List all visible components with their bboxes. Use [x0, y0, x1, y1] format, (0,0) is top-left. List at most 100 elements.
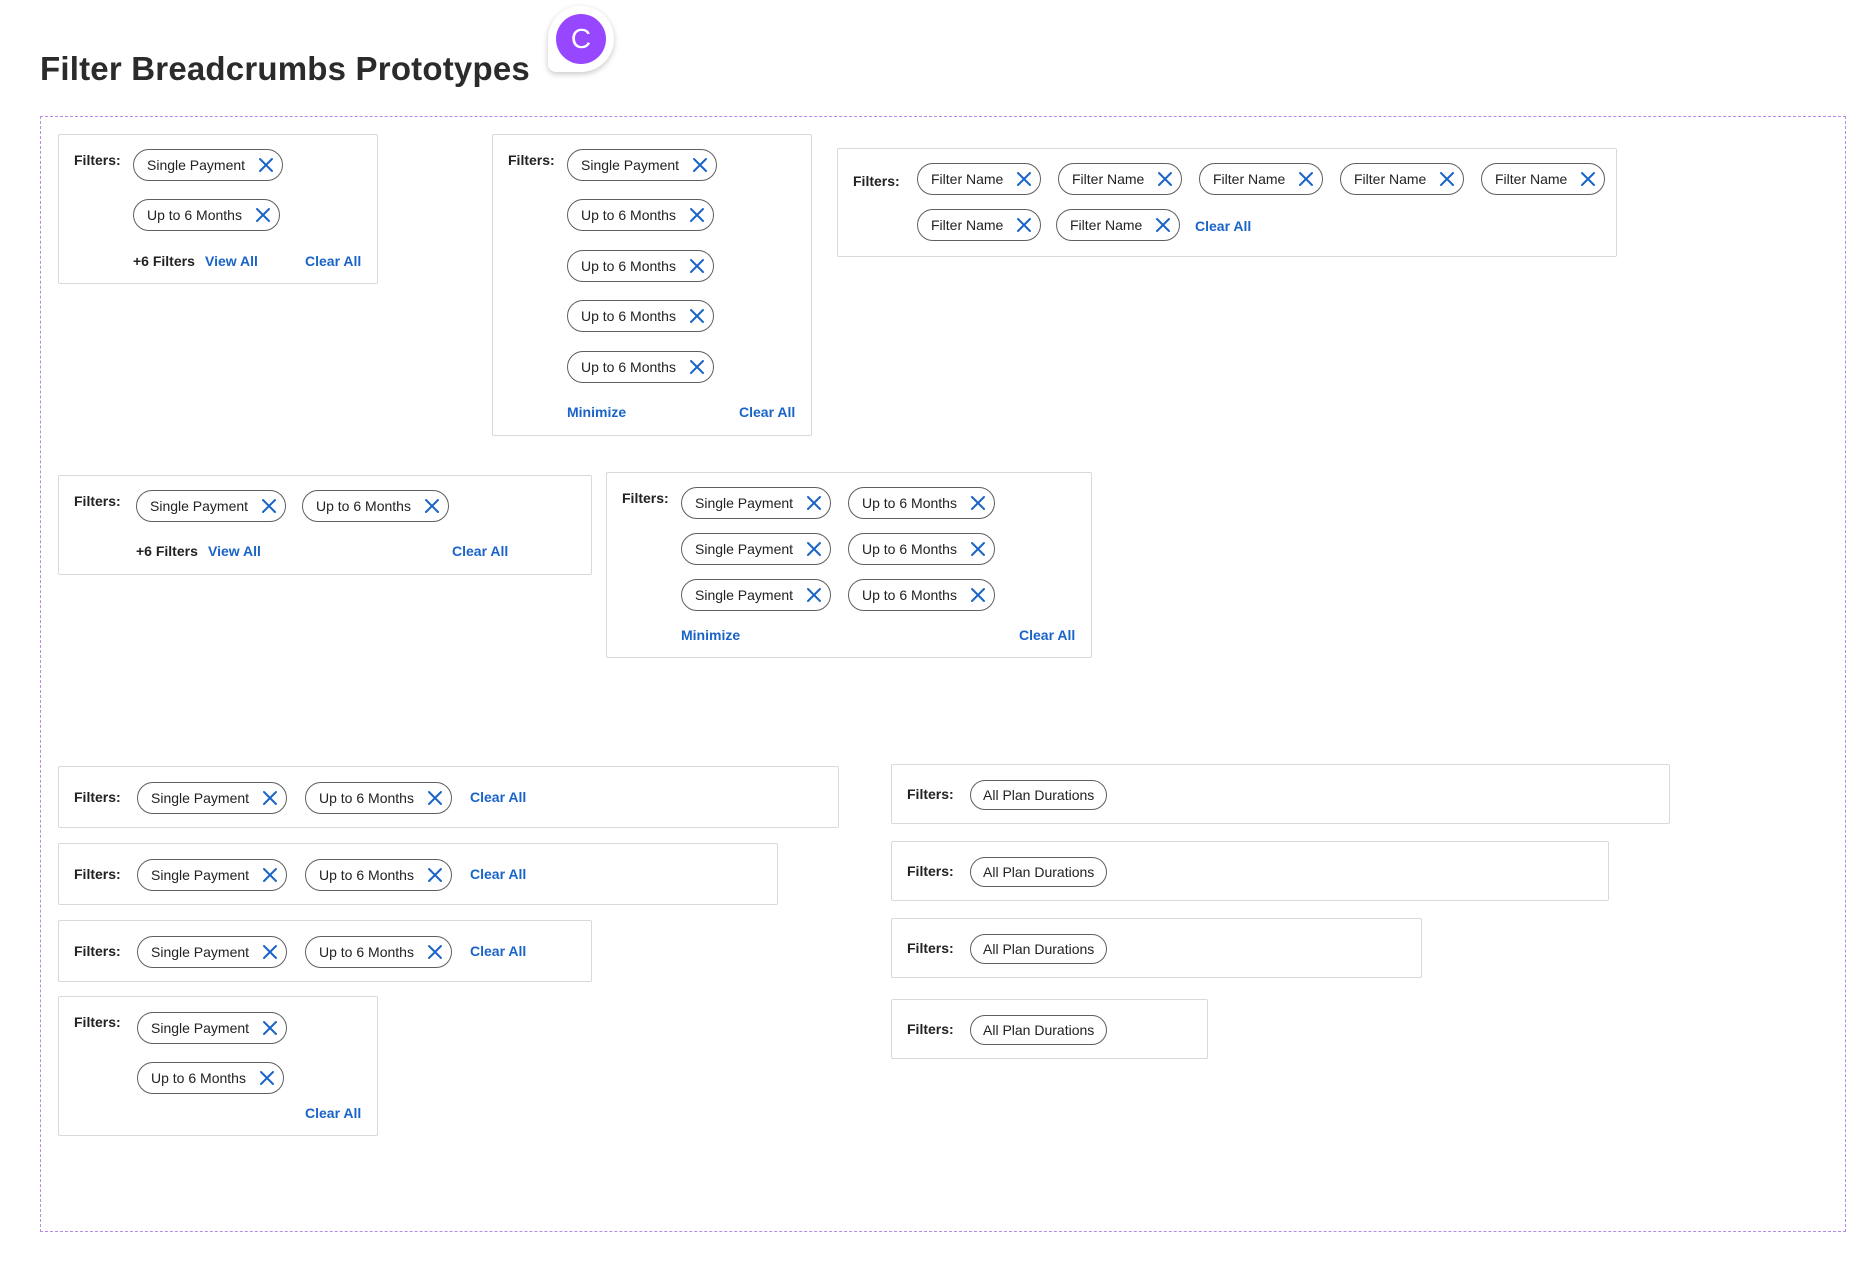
filter-chip-label: Up to 6 Months — [151, 1070, 246, 1086]
filter-chip[interactable]: Up to 6 Months — [848, 579, 995, 611]
filter-chip[interactable]: Up to 6 Months — [302, 490, 449, 522]
filter-card-default-small: Filters: All Plan Durations — [891, 999, 1208, 1059]
filter-chip[interactable]: Up to 6 Months — [848, 487, 995, 519]
more-filters-count: +6 Filters — [136, 543, 198, 559]
close-icon[interactable] — [970, 541, 986, 557]
more-filters-count: +6 Filters — [133, 253, 195, 269]
close-icon[interactable] — [427, 944, 443, 960]
close-icon[interactable] — [424, 498, 440, 514]
filter-chip[interactable]: Filter Name — [1199, 163, 1324, 195]
clear-all-link[interactable]: Clear All — [739, 404, 795, 420]
filters-label: Filters: — [74, 152, 121, 168]
close-icon[interactable] — [806, 541, 822, 557]
filter-chip-label: Filter Name — [1495, 171, 1568, 187]
filter-chip[interactable]: Single Payment — [681, 579, 832, 611]
filter-chip[interactable]: Single Payment — [133, 149, 284, 181]
close-icon[interactable] — [427, 867, 443, 883]
filter-chip-label: Up to 6 Months — [862, 495, 957, 511]
filter-chip-label: Single Payment — [147, 157, 246, 173]
filter-chip-default[interactable]: All Plan Durations — [970, 780, 1108, 810]
close-icon[interactable] — [259, 1070, 275, 1086]
minimize-link[interactable]: Minimize — [567, 404, 626, 420]
filter-chip[interactable]: Single Payment — [137, 859, 288, 891]
close-icon[interactable] — [689, 359, 705, 375]
close-icon[interactable] — [970, 495, 986, 511]
filter-chip[interactable]: Up to 6 Months — [567, 300, 714, 332]
close-icon[interactable] — [1439, 171, 1455, 187]
filter-card-default-medium: Filters: All Plan Durations — [891, 841, 1609, 901]
filter-chip[interactable]: Filter Name — [1056, 209, 1181, 241]
clear-all-link[interactable]: Clear All — [452, 543, 508, 559]
clear-all-link[interactable]: Clear All — [305, 253, 361, 269]
close-icon[interactable] — [806, 587, 822, 603]
close-icon[interactable] — [262, 944, 278, 960]
filter-chip[interactable]: Up to 6 Months — [567, 199, 714, 231]
filter-chip[interactable]: Single Payment — [567, 149, 718, 181]
filter-chip[interactable]: Filter Name — [917, 163, 1042, 195]
filter-chip-label: Single Payment — [695, 541, 794, 557]
close-icon[interactable] — [692, 157, 708, 173]
filter-chip-label: Up to 6 Months — [862, 587, 957, 603]
filters-label: Filters: — [74, 943, 121, 959]
close-icon[interactable] — [427, 790, 443, 806]
close-icon[interactable] — [258, 157, 274, 173]
close-icon[interactable] — [689, 207, 705, 223]
minimize-link[interactable]: Minimize — [681, 627, 740, 643]
filter-chip[interactable]: Up to 6 Months — [567, 250, 714, 282]
clear-all-link[interactable]: Clear All — [305, 1105, 361, 1121]
close-icon[interactable] — [262, 1020, 278, 1036]
filter-chip[interactable]: Up to 6 Months — [305, 782, 452, 814]
filter-chip-label: All Plan Durations — [983, 1022, 1095, 1038]
filter-chip-label: Up to 6 Months — [316, 498, 411, 514]
clear-all-link[interactable]: Clear All — [1195, 218, 1251, 234]
clear-all-link[interactable]: Clear All — [470, 943, 526, 959]
close-icon[interactable] — [262, 790, 278, 806]
close-icon[interactable] — [1580, 171, 1596, 187]
filter-card-row-narrow: Filters: Single Payment Up to 6 Months C… — [58, 920, 592, 982]
close-icon[interactable] — [255, 207, 271, 223]
view-all-link[interactable]: View All — [205, 253, 258, 269]
close-icon[interactable] — [1157, 171, 1173, 187]
close-icon[interactable] — [1016, 217, 1032, 233]
close-icon[interactable] — [806, 495, 822, 511]
filter-chip[interactable]: Single Payment — [137, 782, 288, 814]
filter-chip[interactable]: Single Payment — [137, 1012, 288, 1044]
filter-chip[interactable]: Single Payment — [136, 490, 287, 522]
filter-chip[interactable]: Filter Name — [917, 209, 1042, 241]
close-icon[interactable] — [689, 258, 705, 274]
filter-chip[interactable]: Up to 6 Months — [133, 199, 280, 231]
view-all-link[interactable]: View All — [208, 543, 261, 559]
close-icon[interactable] — [1016, 171, 1032, 187]
filter-chip[interactable]: Up to 6 Months — [567, 351, 714, 383]
filter-chip[interactable]: Up to 6 Months — [305, 936, 452, 968]
filter-chip[interactable]: Filter Name — [1481, 163, 1606, 195]
avatar[interactable]: C — [556, 14, 606, 64]
filter-chip-default[interactable]: All Plan Durations — [970, 1015, 1108, 1045]
close-icon[interactable] — [262, 867, 278, 883]
filter-chip[interactable]: Up to 6 Months — [305, 859, 452, 891]
filter-chip-default[interactable]: All Plan Durations — [970, 857, 1108, 887]
filter-chip[interactable]: Single Payment — [681, 533, 832, 565]
clear-all-link[interactable]: Clear All — [1019, 627, 1075, 643]
filter-card-stacked-small: Filters: Single Payment Up to 6 Months C… — [58, 996, 378, 1136]
clear-all-link[interactable]: Clear All — [470, 789, 526, 805]
close-icon[interactable] — [1155, 217, 1171, 233]
filter-chip[interactable]: Single Payment — [137, 936, 288, 968]
filter-chip-label: All Plan Durations — [983, 787, 1095, 803]
close-icon[interactable] — [1298, 171, 1314, 187]
filter-card-collapsed-vertical: Filters: Single Payment Up to 6 Months +… — [58, 134, 378, 284]
filter-chip-label: Single Payment — [695, 495, 794, 511]
filter-chip[interactable]: Up to 6 Months — [137, 1062, 284, 1094]
filter-chip[interactable]: Up to 6 Months — [848, 533, 995, 565]
close-icon[interactable] — [689, 308, 705, 324]
close-icon[interactable] — [261, 498, 277, 514]
filter-chip-label: Filter Name — [1213, 171, 1286, 187]
filter-chip-default[interactable]: All Plan Durations — [970, 934, 1108, 964]
filter-chip[interactable]: Filter Name — [1058, 163, 1183, 195]
close-icon[interactable] — [970, 587, 986, 603]
filters-label: Filters: — [74, 493, 121, 509]
filter-chip[interactable]: Filter Name — [1340, 163, 1465, 195]
avatar-badge[interactable]: C — [548, 6, 614, 72]
clear-all-link[interactable]: Clear All — [470, 866, 526, 882]
filter-chip[interactable]: Single Payment — [681, 487, 832, 519]
